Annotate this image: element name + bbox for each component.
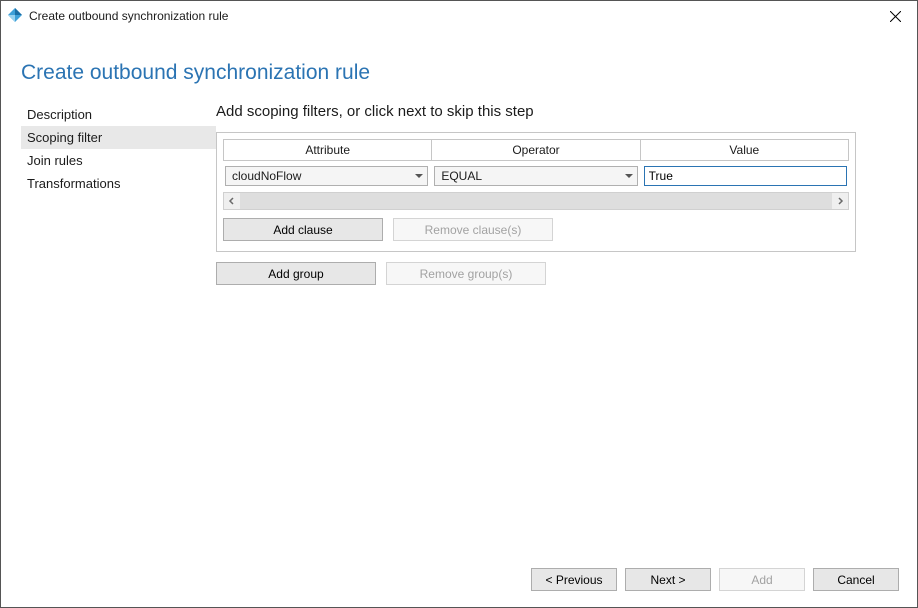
operator-select-value: EQUAL [441,169,482,183]
add-button[interactable]: Add [719,568,805,591]
horizontal-scrollbar[interactable] [223,192,849,210]
operator-cell: EQUAL [434,166,637,186]
add-clause-button[interactable]: Add clause [223,218,383,241]
instruction-text: Add scoping filters, or click next to sk… [216,103,897,120]
sidebar-item-scoping-filter[interactable]: Scoping filter [21,126,216,149]
page-title: Create outbound synchronization rule [21,61,897,85]
group-buttons: Add group Remove group(s) [216,262,897,285]
attribute-cell: cloudNoFlow [225,166,428,186]
footer-buttons: < Previous Next > Add Cancel [1,558,917,607]
chevron-right-icon [836,197,844,205]
attribute-select-value: cloudNoFlow [232,169,301,183]
attribute-select[interactable]: cloudNoFlow [225,166,428,186]
close-icon [890,11,901,22]
main-panel: Add scoping filters, or click next to sk… [216,103,897,558]
clause-buttons: Add clause Remove clause(s) [223,218,849,241]
titlebar-left: Create outbound synchronization rule [7,7,228,26]
dialog-window: Create outbound synchronization rule Cre… [0,0,918,608]
value-cell [644,166,847,186]
add-group-button[interactable]: Add group [216,262,376,285]
next-button[interactable]: Next > [625,568,711,591]
operator-select[interactable]: EQUAL [434,166,637,186]
chevron-down-icon [415,174,423,178]
content-area: Create outbound synchronization rule Des… [1,31,917,558]
titlebar: Create outbound synchronization rule [1,1,917,31]
scoping-filter-group: Attribute Operator Value cloudNoFlow [216,132,856,252]
app-icon [7,7,23,26]
filter-row: cloudNoFlow EQUAL [223,161,849,190]
remove-group-button[interactable]: Remove group(s) [386,262,546,285]
scroll-track[interactable] [240,193,832,209]
chevron-down-icon [625,174,633,178]
scroll-left-button[interactable] [224,193,240,209]
window-title: Create outbound synchronization rule [29,9,228,23]
header-attribute: Attribute [224,140,432,160]
sidebar-item-transformations[interactable]: Transformations [21,172,216,195]
sidebar: Description Scoping filter Join rules Tr… [21,103,216,558]
chevron-left-icon [228,197,236,205]
scroll-right-button[interactable] [832,193,848,209]
header-value: Value [641,140,848,160]
previous-button[interactable]: < Previous [531,568,617,591]
sidebar-item-join-rules[interactable]: Join rules [21,149,216,172]
remove-clause-button[interactable]: Remove clause(s) [393,218,553,241]
header-operator: Operator [432,140,640,160]
cancel-button[interactable]: Cancel [813,568,899,591]
body: Description Scoping filter Join rules Tr… [21,103,897,558]
filter-headers: Attribute Operator Value [223,139,849,161]
close-button[interactable] [873,1,917,31]
sidebar-item-description[interactable]: Description [21,103,216,126]
value-input[interactable] [644,166,847,186]
